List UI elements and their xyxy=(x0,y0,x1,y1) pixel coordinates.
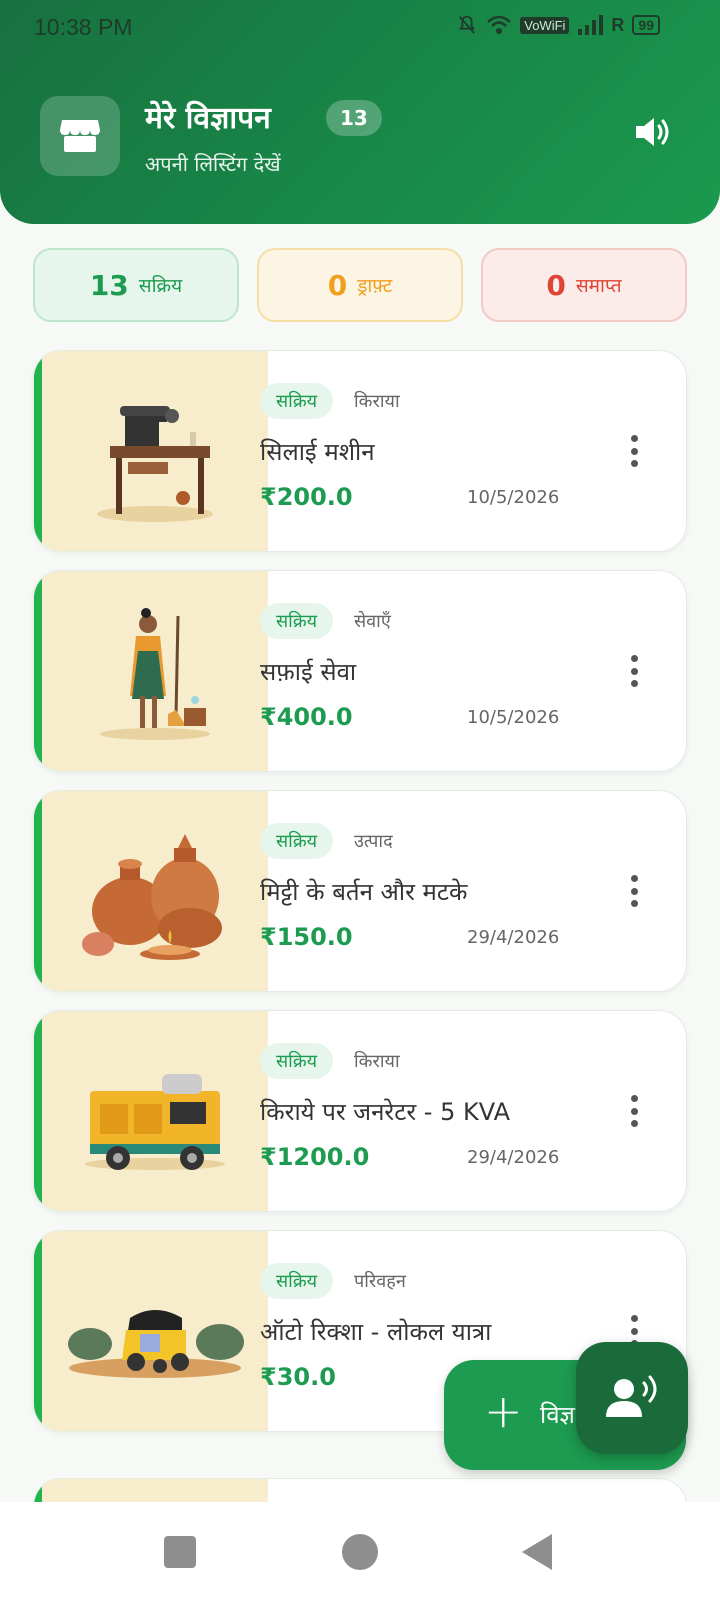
status-bar: 10:38 PM VoWiFi R 99 xyxy=(0,0,720,56)
listing-count-badge: 13 xyxy=(326,100,382,136)
navigation-bar xyxy=(0,1502,720,1600)
listing-category: किराया xyxy=(354,1051,400,1072)
more-options-icon[interactable] xyxy=(624,1093,644,1129)
page-subtitle: अपनी लिस्टिंग देखें xyxy=(145,152,281,176)
voice-assistant-button[interactable] xyxy=(576,1342,688,1454)
status-icons: VoWiFi R 99 xyxy=(456,14,660,36)
listing-category: उत्पाद xyxy=(354,831,393,852)
status-time: 10:38 PM xyxy=(34,14,133,40)
listing-title: मिट्टी के बर्तन और मटके xyxy=(260,878,468,906)
more-options-icon[interactable] xyxy=(624,433,644,469)
header: 10:38 PM VoWiFi R 99 मेरे विज्ञापन 13 अप… xyxy=(0,0,720,224)
tab-label: सक्रिय xyxy=(138,275,183,297)
more-options-icon[interactable] xyxy=(624,873,644,909)
store-icon xyxy=(40,96,120,176)
listing-title: किराये पर जनरेटर - 5 KVA xyxy=(260,1098,511,1126)
listing-category: सेवाएँ xyxy=(354,611,391,632)
back-icon[interactable] xyxy=(522,1534,552,1570)
tab-label: ड्राफ़्ट xyxy=(357,275,393,297)
listing-date: 10/5/2026 xyxy=(467,707,560,728)
listing-card[interactable]: सक्रिय उत्पाद मिट्टी के बर्तन और मटके ₹1… xyxy=(33,790,687,992)
speaker-icon[interactable] xyxy=(632,112,672,156)
listing-price: ₹150.0 xyxy=(260,923,353,951)
listing-title: सिलाई मशीन xyxy=(260,438,375,466)
tab-count: 13 xyxy=(89,268,129,302)
listing-price: ₹30.0 xyxy=(260,1363,336,1391)
tab-active[interactable]: 13 सक्रिय xyxy=(33,248,239,322)
listing-date: 29/4/2026 xyxy=(467,927,560,948)
plus-icon: + xyxy=(484,1384,523,1438)
listing-price: ₹400.0 xyxy=(260,703,353,731)
tab-draft[interactable]: 0 ड्राफ़्ट xyxy=(257,248,463,322)
listing-title: सफ़ाई सेवा xyxy=(260,658,357,686)
listing-date: 29/4/2026 xyxy=(467,1147,560,1168)
listing-card[interactable]: सक्रिय किराया किराये पर जनरेटर - 5 KVA ₹… xyxy=(33,1010,687,1212)
roaming-indicator: R xyxy=(611,14,625,35)
listing-title: ऑटो रिक्शा - लोकल यात्रा xyxy=(260,1318,492,1346)
status-badge: सक्रिय xyxy=(260,1043,334,1079)
status-badge: सक्रिय xyxy=(260,1263,334,1299)
listing-card[interactable]: सक्रिय किराया सिलाई मशीन ₹200.0 10/5/202… xyxy=(33,350,687,552)
status-badge: सक्रिय xyxy=(260,603,334,639)
mute-bell-icon xyxy=(459,15,476,34)
more-options-icon[interactable] xyxy=(624,653,644,689)
listing-date: 10/5/2026 xyxy=(467,487,560,508)
voice-assistant-icon xyxy=(606,1375,657,1417)
status-badge: सक्रिय xyxy=(260,823,334,859)
listing-price: ₹1200.0 xyxy=(260,1143,370,1171)
listing-card[interactable]: सक्रिय सेवाएँ सफ़ाई सेवा ₹400.0 10/5/202… xyxy=(33,570,687,772)
listing-category: परिवहन xyxy=(354,1271,406,1292)
listing-category: किराया xyxy=(354,391,400,412)
battery-icon: 99 xyxy=(632,15,660,35)
home-icon[interactable] xyxy=(342,1534,378,1570)
status-badge: सक्रिय xyxy=(260,383,334,419)
vowifi-badge: VoWiFi xyxy=(520,16,570,34)
tab-label: समाप्त xyxy=(575,275,622,297)
listing-price: ₹200.0 xyxy=(260,483,353,511)
add-listing-label: विज्ञ xyxy=(540,1401,575,1429)
signal-icon xyxy=(578,15,604,35)
wifi-icon xyxy=(487,15,512,34)
page-title: मेरे विज्ञापन xyxy=(145,101,271,136)
recent-apps-icon[interactable] xyxy=(164,1536,196,1568)
tab-count: 0 xyxy=(546,268,566,302)
tab-expired[interactable]: 0 समाप्त xyxy=(481,248,687,322)
tab-count: 0 xyxy=(327,268,348,302)
